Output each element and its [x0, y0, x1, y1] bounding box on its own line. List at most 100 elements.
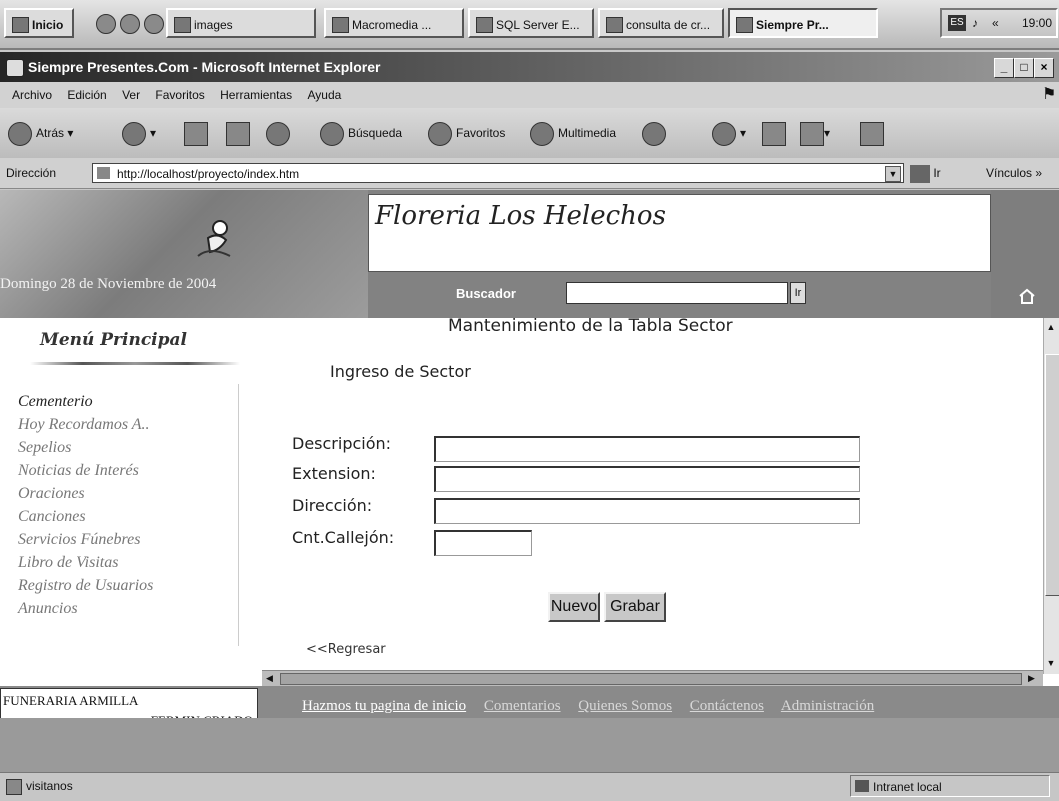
menu-ayuda[interactable]: Ayuda — [308, 88, 342, 102]
maximize-button[interactable]: □ — [1014, 58, 1034, 78]
taskbar-item-sql-server[interactable]: SQL Server E... — [468, 8, 594, 38]
footer-link-quienes-somos[interactable]: Quienes Somos — [578, 698, 672, 714]
sidebar: Menú Principal Cementerio Hoy Recordamos… — [0, 318, 262, 718]
taskbar-item-label: images — [194, 18, 233, 32]
site-search-input[interactable] — [566, 282, 788, 304]
footer-link-contactenos[interactable]: Contáctenos — [690, 698, 764, 714]
print-icon — [762, 121, 786, 146]
search-button[interactable]: Búsqueda — [320, 120, 402, 146]
address-field-input[interactable] — [434, 498, 860, 524]
taskbar-item-label: SQL Server E... — [496, 18, 580, 32]
save-button[interactable]: Grabar — [604, 592, 666, 622]
new-button[interactable]: Nuevo — [548, 592, 600, 622]
volume-icon[interactable]: ♪ — [972, 10, 978, 36]
footer-link-homepage[interactable]: Hazmos tu pagina de inicio — [302, 698, 466, 714]
home-button[interactable] — [266, 120, 294, 146]
current-date: Domingo 28 de Noviembre de 2004 — [0, 276, 217, 292]
menubar: Archivo Edición Ver Favoritos Herramient… — [0, 82, 1059, 109]
refresh-icon — [226, 121, 250, 146]
go-button[interactable]: Ir — [910, 163, 941, 183]
forward-arrow-icon — [122, 121, 146, 146]
outlook-quicklaunch-icon[interactable] — [120, 14, 140, 34]
mail-button[interactable]: ▾ — [712, 120, 746, 146]
desktop-quicklaunch-icon[interactable] — [144, 14, 164, 34]
scroll-right-icon[interactable]: ▶ — [1028, 673, 1035, 684]
taskbar-item-macromedia[interactable]: Macromedia ... — [324, 8, 464, 38]
links-label[interactable]: Vínculos » — [986, 158, 1042, 188]
menu-ver[interactable]: Ver — [122, 88, 140, 102]
back-link[interactable]: <<Regresar — [306, 642, 386, 657]
chevron-down-icon[interactable]: ▼ — [885, 166, 901, 182]
start-button[interactable]: Inicio — [4, 8, 74, 38]
page-content: Floreria Los Helechos Domingo 28 de Novi… — [0, 190, 1059, 718]
search-label: Búsqueda — [348, 126, 403, 140]
sidebar-item-registro[interactable]: Registro de Usuarios — [18, 574, 258, 597]
callejon-input[interactable] — [434, 530, 532, 556]
site-search-button[interactable]: Ir — [790, 282, 806, 304]
scroll-left-icon[interactable]: ◀ — [266, 673, 273, 684]
home-icon — [266, 121, 290, 146]
favorites-button[interactable]: Favoritos — [428, 120, 505, 146]
messenger-button[interactable] — [860, 120, 884, 146]
tray-expand-icon[interactable]: « — [992, 10, 999, 36]
taskbar-item-siempre[interactable]: Siempre Pr... — [728, 8, 878, 38]
sidebar-item-servicios[interactable]: Servicios Fúnebres — [18, 528, 258, 551]
history-button[interactable] — [642, 120, 670, 146]
menu-archivo[interactable]: Archivo — [12, 88, 52, 102]
menu-favoritos[interactable]: Favoritos — [155, 88, 204, 102]
address-field-label: Dirección: — [292, 496, 373, 515]
taskbar-item-label: Siempre Pr... — [756, 18, 829, 32]
stop-button[interactable] — [184, 120, 208, 146]
sidebar-item-sepelios[interactable]: Sepelios — [18, 436, 258, 459]
sidebar-item-oraciones[interactable]: Oraciones — [18, 482, 258, 505]
taskbar-item-images[interactable]: images — [166, 8, 316, 38]
scroll-thumb[interactable] — [1045, 354, 1059, 596]
footer-background — [0, 718, 1059, 772]
ie-icon — [736, 17, 753, 33]
sidebar-item-hoy-recordamos[interactable]: Hoy Recordamos A.. — [18, 413, 258, 436]
start-label: Inicio — [32, 18, 64, 32]
multimedia-button[interactable]: Multimedia — [530, 120, 616, 146]
menu-edicion[interactable]: Edición — [67, 88, 106, 102]
address-input[interactable]: http://localhost/proyecto/index.htm ▼ — [92, 163, 904, 183]
status-text: visitanos — [26, 779, 73, 793]
forward-button[interactable]: ▾ — [122, 120, 156, 146]
sidebar-item-libro-visitas[interactable]: Libro de Visitas — [18, 551, 258, 574]
windows-logo-icon — [12, 17, 29, 33]
document-icon — [606, 17, 623, 33]
edit-icon — [800, 121, 824, 146]
scroll-down-icon[interactable]: ▼ — [1046, 658, 1056, 668]
system-tray: ES ♪ « 19:00 — [940, 8, 1058, 38]
angel-logo-icon — [197, 220, 231, 257]
sidebar-item-canciones[interactable]: Canciones — [18, 505, 258, 528]
footer-link-comentarios[interactable]: Comentarios — [484, 698, 561, 714]
refresh-button[interactable] — [226, 120, 250, 146]
sidebar-item-anuncios[interactable]: Anuncios — [18, 597, 258, 620]
scroll-up-icon[interactable]: ▲ — [1046, 322, 1056, 332]
sidebar-item-noticias[interactable]: Noticias de Interés — [18, 459, 258, 482]
back-button[interactable]: Atrás ▾ — [8, 120, 73, 146]
scroll-thumb[interactable] — [280, 673, 1022, 685]
home-icon[interactable] — [1018, 288, 1036, 304]
language-indicator[interactable]: ES — [948, 15, 966, 31]
sidebar-item-cementerio[interactable]: Cementerio — [18, 390, 258, 413]
edit-button[interactable]: ▾ — [800, 120, 830, 146]
address-url: http://localhost/proyecto/index.htm — [117, 167, 300, 181]
taskbar-item-label: consulta de cr... — [626, 18, 711, 32]
vertical-scrollbar[interactable]: ▲ ▼ — [1043, 318, 1059, 674]
footer-link-administracion[interactable]: Administración — [781, 698, 874, 714]
minimize-button[interactable]: _ — [994, 58, 1014, 78]
ie-quicklaunch-icon[interactable] — [96, 14, 116, 34]
description-label: Descripción: — [292, 434, 392, 453]
horizontal-scrollbar[interactable]: ◀ ▶ — [262, 670, 1043, 687]
close-button[interactable]: × — [1034, 58, 1054, 78]
header-banner-left — [0, 190, 368, 318]
window-title: Siempre Presentes.Com - Microsoft Intern… — [28, 59, 381, 75]
back-label: Atrás — [36, 126, 65, 140]
print-button[interactable] — [762, 120, 786, 146]
extension-input[interactable] — [434, 466, 860, 492]
company-name: FUNERARIA ARMILLA — [3, 693, 139, 708]
description-input[interactable] — [434, 436, 860, 462]
taskbar-item-consulta[interactable]: consulta de cr... — [598, 8, 724, 38]
menu-herramientas[interactable]: Herramientas — [220, 88, 292, 102]
